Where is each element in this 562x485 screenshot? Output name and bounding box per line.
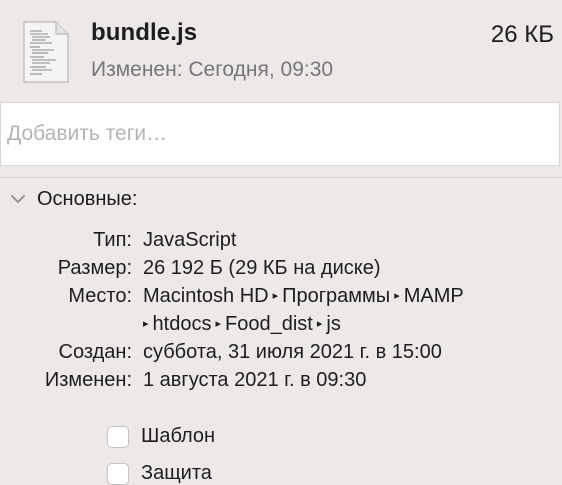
path-separator: ▸	[316, 318, 323, 330]
info-row-created: Создан: суббота, 31 июля 2021 г. в 15:00	[0, 338, 562, 366]
kind-value: JavaScript	[143, 229, 237, 251]
info-row-modified: Изменен: 1 августа 2021 г. в 09:30	[0, 366, 562, 394]
locked-checkbox-row[interactable]: Защита	[107, 462, 212, 485]
path-segment: js	[326, 313, 341, 335]
info-row-where: Место: Macintosh HD ▸ Программы ▸ MAMP ▸ htdo…	[0, 282, 562, 338]
locked-label: Защита	[141, 462, 212, 484]
where-label: Место:	[68, 285, 132, 307]
tags-input[interactable]	[0, 102, 560, 166]
path-line-1: Macintosh HD ▸ Программы ▸ MAMP	[143, 282, 464, 310]
path-segment: htdocs	[152, 313, 212, 335]
created-value: суббота, 31 июля 2021 г. в 15:00	[143, 341, 442, 363]
stationery-label: Шаблон	[141, 425, 216, 447]
locked-checkbox[interactable]	[107, 462, 129, 485]
general-section-toggle[interactable]: Основные:	[8, 184, 137, 214]
file-size: 26 КБ	[490, 21, 554, 48]
path-separator: ▸	[272, 290, 279, 302]
path-segment: Macintosh HD	[143, 285, 269, 307]
chevron-down-icon	[11, 195, 25, 203]
info-row-kind: Тип: JavaScript	[0, 226, 562, 254]
js-document-icon	[23, 21, 69, 83]
path-separator: ▸	[143, 318, 149, 330]
file-name: bundle.js	[91, 19, 198, 46]
path-separator: ▸	[394, 290, 400, 302]
created-label: Создан:	[58, 341, 132, 363]
stationery-checkbox[interactable]	[107, 425, 129, 448]
info-header: bundle.js 26 КБ Изменен: Сегодня, 09:30	[0, 0, 562, 98]
section-divider	[0, 177, 562, 178]
modified-value: 1 августа 2021 г. в 09:30	[143, 369, 367, 391]
stationery-checkbox-row[interactable]: Шаблон	[107, 425, 215, 448]
path-segment: Food_dist	[225, 313, 313, 335]
info-row-size: Размер: 26 192 Б (29 КБ на диске)	[0, 254, 562, 282]
path-line-2: ▸ htdocs ▸ Food_dist ▸ js	[143, 310, 341, 338]
general-section-title: Основные:	[37, 187, 138, 210]
modified-summary: Изменен: Сегодня, 09:30	[91, 58, 334, 81]
kind-label: Тип:	[93, 229, 132, 251]
path-separator: ▸	[215, 318, 221, 330]
size-label: Размер:	[57, 257, 132, 279]
size-value: 26 192 Б (29 КБ на диске)	[143, 257, 381, 279]
path-segment: Программы	[282, 285, 391, 307]
modified-label: Изменен:	[44, 369, 132, 391]
path-segment: MAMP	[403, 285, 464, 307]
